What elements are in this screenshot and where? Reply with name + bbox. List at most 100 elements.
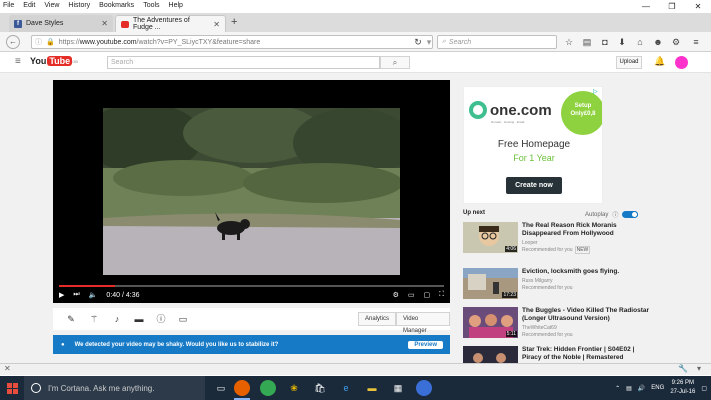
menu-bookmarks[interactable]: Bookmarks	[99, 2, 134, 9]
language-indicator[interactable]: ENG	[651, 385, 664, 391]
chevron-up-icon[interactable]: ⌃	[615, 385, 620, 392]
dropdown-arrow-icon[interactable]: ▾	[697, 364, 701, 373]
info-icon[interactable]: ⓘ	[612, 210, 618, 219]
video-thumbnail[interactable]: 4:06	[463, 222, 518, 253]
video-title[interactable]: Star Trek: Hidden Frontier | S04E02 | Pi…	[522, 346, 652, 362]
play-icon[interactable]: ▶	[59, 291, 64, 299]
video-thumbnail[interactable]: 5:11	[463, 307, 518, 338]
close-tab-icon[interactable]: ✕	[101, 19, 108, 28]
video-manager-button[interactable]: Video Manager	[396, 312, 450, 334]
video-frame[interactable]	[103, 108, 400, 275]
channel-name[interactable]: Russ Milgarry	[522, 278, 553, 284]
fullscreen-icon[interactable]: ⛶	[439, 291, 444, 299]
video-meta: Recommended for you	[522, 285, 573, 291]
chrome-icon[interactable]	[260, 380, 276, 396]
avatar[interactable]	[675, 56, 688, 69]
browser-search-field[interactable]: ⌕ Search	[437, 35, 557, 49]
video-title[interactable]: The Real Reason Rick Moranis Disappeared…	[522, 222, 652, 238]
tab-dave-styles[interactable]: f Dave Styles ✕	[9, 15, 113, 32]
library-icon[interactable]: ▤	[581, 36, 593, 48]
start-button[interactable]	[0, 376, 24, 400]
new-tab-button[interactable]: +	[231, 16, 237, 28]
youtube-search-input[interactable]: Search	[107, 56, 380, 69]
list-item[interactable]: 17:23 Eviction, locksmith goes flying. R…	[463, 268, 653, 302]
download-icon[interactable]: ⬇	[616, 36, 628, 48]
analytics-button[interactable]: Analytics	[358, 312, 397, 326]
next-icon[interactable]: ⏭	[73, 291, 79, 299]
captions-icon[interactable]: ▭	[177, 313, 189, 325]
file-explorer-icon[interactable]: ▬	[364, 380, 380, 396]
annotations-icon[interactable]: ▬	[133, 313, 145, 325]
music-note-icon[interactable]: ♪	[111, 313, 123, 325]
menu-help[interactable]: Help	[169, 2, 183, 9]
media-app-icon[interactable]: ▦	[390, 380, 406, 396]
menu-history[interactable]: History	[68, 2, 90, 9]
theater-mode-icon[interactable]: ▭	[408, 291, 415, 299]
player-controls: ▶ ⏭ 🔈 0:40 / 4:36 ⚙ ▭ ▢ ⛶	[59, 289, 444, 301]
edge-icon[interactable]: e	[338, 380, 354, 396]
video-title[interactable]: Eviction, locksmith goes flying.	[522, 268, 652, 276]
preview-button[interactable]: Preview	[408, 340, 443, 349]
notifications-icon[interactable]: ▢	[701, 385, 707, 392]
cast-icon[interactable]: ▢	[423, 291, 430, 299]
ad-cta-button[interactable]: Create now	[506, 177, 562, 194]
bookmark-star-icon[interactable]: ☆	[563, 36, 575, 48]
app-icon[interactable]: ❀	[286, 380, 302, 396]
pocket-icon[interactable]: ◘	[599, 36, 611, 48]
settings-gear-icon[interactable]: ⚙	[670, 36, 682, 48]
video-title[interactable]: The Buggles - Video Killed The Radiostar…	[522, 307, 652, 323]
upload-button[interactable]: Upload	[616, 56, 642, 69]
notification-bell-icon[interactable]: 🔔	[654, 56, 665, 67]
edit-pencil-icon[interactable]: ✎	[65, 313, 77, 325]
network-icon[interactable]: ▤	[626, 385, 632, 392]
magic-wand-icon[interactable]: ⚚	[88, 313, 100, 325]
youtube-search-button[interactable]: ⌕	[380, 56, 410, 69]
hamburger-menu-icon[interactable]: ≡	[690, 36, 702, 48]
cortana-search[interactable]: I'm Cortana. Ask me anything.	[24, 376, 205, 400]
list-item[interactable]: Star Trek: Hidden Frontier | S04E02 | Pi…	[463, 346, 653, 363]
menu-edit[interactable]: Edit	[23, 2, 35, 9]
search-icon: ⌕	[392, 58, 398, 67]
menu-file[interactable]: File	[3, 2, 14, 9]
restore-button[interactable]: ❐	[659, 0, 685, 13]
emoji-icon[interactable]: ☻	[652, 36, 664, 48]
volume-icon[interactable]: 🔊	[638, 385, 645, 392]
video-player[interactable]: ▶ ⏭ 🔈 0:40 / 4:36 ⚙ ▭ ▢ ⛶	[53, 80, 450, 303]
info-icon[interactable]: ⓘ	[35, 37, 42, 47]
store-icon[interactable]: 🛍	[312, 380, 328, 396]
channel-name[interactable]: TheWhiteCat69	[522, 325, 557, 331]
info-icon[interactable]: ⓘ	[155, 313, 167, 325]
settings-icon[interactable]: ⚙	[393, 291, 399, 299]
video-thumbnail[interactable]: 17:23	[463, 268, 518, 299]
browser-bottom-bar: ✕ 🔧 ▾	[0, 363, 711, 375]
menu-tools[interactable]: Tools	[143, 2, 159, 9]
list-item[interactable]: 4:06 The Real Reason Rick Moranis Disapp…	[463, 222, 653, 256]
dropdown-arrow-icon[interactable]: ▾	[423, 36, 435, 48]
video-meta: Recommended for you NEW	[522, 246, 591, 254]
autoplay-toggle[interactable]	[622, 211, 639, 218]
clock[interactable]: 9:26 PM 27-Jul-16	[670, 379, 695, 397]
youtube-logo[interactable]: You Tube GB	[30, 56, 78, 66]
list-item[interactable]: 5:11 The Buggles - Video Killed The Radi…	[463, 307, 653, 341]
advertisement[interactable]: ▷ one.com Domain · Hosting · Email Setup…	[463, 86, 603, 204]
url-bar[interactable]: ⓘ 🔒 https://www.youtube.com/watch?v=PY_S…	[31, 35, 433, 49]
home-icon[interactable]: ⌂	[634, 36, 646, 48]
back-arrow-icon[interactable]: ←	[6, 35, 20, 49]
app-launcher-icon[interactable]	[416, 380, 432, 396]
progress-bar[interactable]	[59, 285, 444, 287]
volume-icon[interactable]: 🔈	[89, 291, 98, 299]
minimize-button[interactable]: —	[633, 0, 659, 13]
close-icon[interactable]: ✕	[4, 364, 11, 373]
guide-menu-icon[interactable]: ≡	[15, 56, 21, 67]
close-window-button[interactable]: ✕	[685, 0, 711, 13]
video-thumbnail[interactable]	[463, 346, 518, 363]
wrench-icon[interactable]: 🔧	[678, 364, 688, 373]
channel-name[interactable]: Looper	[522, 240, 538, 246]
close-tab-icon[interactable]: ✕	[213, 20, 220, 29]
time-display: 0:40 / 4:36	[106, 291, 140, 299]
firefox-icon[interactable]	[234, 380, 250, 396]
task-view-icon[interactable]: ▭	[213, 380, 229, 396]
menu-view[interactable]: View	[44, 2, 59, 9]
tab-youtube[interactable]: The Adventures of Fudge ... ✕	[115, 15, 226, 32]
stabilize-message: We detected your video may be shaky. Wou…	[74, 341, 279, 348]
